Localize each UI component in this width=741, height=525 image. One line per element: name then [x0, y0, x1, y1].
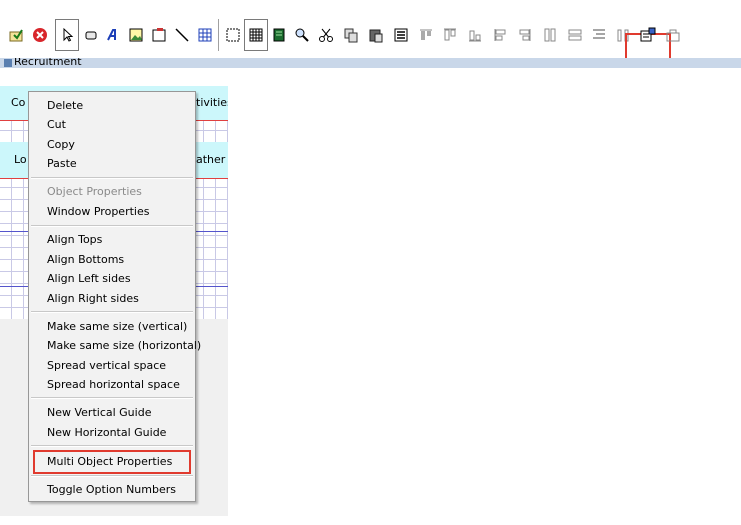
context-menu: Delete Cut Copy Paste Object Properties …: [28, 91, 201, 502]
rectangle-icon[interactable]: [224, 26, 242, 44]
green-book-icon[interactable]: [270, 26, 288, 44]
paste-icon[interactable]: [367, 26, 385, 44]
menu-item-delete[interactable]: Delete: [47, 99, 83, 113]
toggle-option-numbers-icon[interactable]: [664, 26, 682, 44]
menu-item-align-right-sides[interactable]: Align Right sides: [47, 292, 139, 306]
menu-item-new-horizontal-guide[interactable]: New Horizontal Guide: [47, 426, 166, 440]
menu-separator: [31, 311, 193, 313]
field-label-right-1: tivities: [196, 96, 228, 109]
menu-separator: [31, 445, 193, 447]
field-label-right-2: ather: [196, 153, 226, 166]
image-icon[interactable]: [127, 26, 145, 44]
menu-item-same-size-vertical[interactable]: Make same size (vertical): [47, 320, 187, 334]
menu-item-toggle-option-numbers[interactable]: Toggle Option Numbers: [47, 483, 176, 497]
field-label-left-1: Co: [11, 96, 26, 109]
menu-item-cut[interactable]: Cut: [47, 118, 66, 132]
menu-separator: [31, 475, 193, 477]
align-right-icon[interactable]: [491, 26, 509, 44]
toolbar-separator: [218, 19, 220, 51]
menu-item-spread-horizontal[interactable]: Spread horizontal space: [47, 378, 180, 392]
cancel-icon[interactable]: [31, 26, 49, 44]
document-icon: [4, 59, 12, 67]
menu-item-window-properties[interactable]: Window Properties: [47, 205, 149, 219]
field-label-left-2: Lo: [14, 153, 27, 166]
align-tops-icon[interactable]: [417, 26, 435, 44]
find-icon[interactable]: [293, 26, 311, 44]
same-height-icon[interactable]: [516, 26, 534, 44]
table-icon[interactable]: [196, 26, 214, 44]
frame-icon[interactable]: [150, 26, 168, 44]
save-as-icon[interactable]: [7, 26, 25, 44]
multi-object-properties-icon[interactable]: [639, 26, 657, 44]
align-left-icon[interactable]: [466, 26, 484, 44]
menu-item-align-tops[interactable]: Align Tops: [47, 233, 102, 247]
pointer-icon[interactable]: [58, 26, 76, 44]
menu-separator: [31, 177, 193, 179]
menu-item-spread-vertical[interactable]: Spread vertical space: [47, 359, 166, 373]
document-title: Recruitment: [14, 58, 82, 68]
menu-item-align-bottoms[interactable]: Align Bottoms: [47, 253, 124, 267]
menu-item-copy[interactable]: Copy: [47, 138, 75, 152]
copy-icon[interactable]: [342, 26, 360, 44]
line-icon[interactable]: [173, 26, 191, 44]
menu-item-paste[interactable]: Paste: [47, 157, 77, 171]
cut-icon[interactable]: [317, 26, 335, 44]
properties-icon[interactable]: [392, 26, 410, 44]
spread-horizontal-icon[interactable]: [590, 26, 608, 44]
toolbar: [0, 15, 741, 63]
menu-item-same-size-horizontal[interactable]: Make same size (horizontal): [47, 339, 201, 353]
label-icon[interactable]: [104, 26, 122, 44]
align-bottoms-icon[interactable]: [441, 26, 459, 44]
spread-vertical-icon[interactable]: [566, 26, 584, 44]
menu-item-multi-object-properties[interactable]: Multi Object Properties: [47, 455, 172, 469]
menu-item-align-left-sides[interactable]: Align Left sides: [47, 272, 131, 286]
same-width-icon[interactable]: [541, 26, 559, 44]
menu-item-new-vertical-guide[interactable]: New Vertical Guide: [47, 406, 151, 420]
document-title-bar: Recruitment: [0, 58, 741, 68]
button-icon[interactable]: [82, 26, 100, 44]
menu-separator: [31, 225, 193, 227]
grid-icon[interactable]: [247, 26, 265, 44]
menu-separator: [31, 397, 193, 399]
menu-item-object-properties: Object Properties: [47, 185, 142, 198]
